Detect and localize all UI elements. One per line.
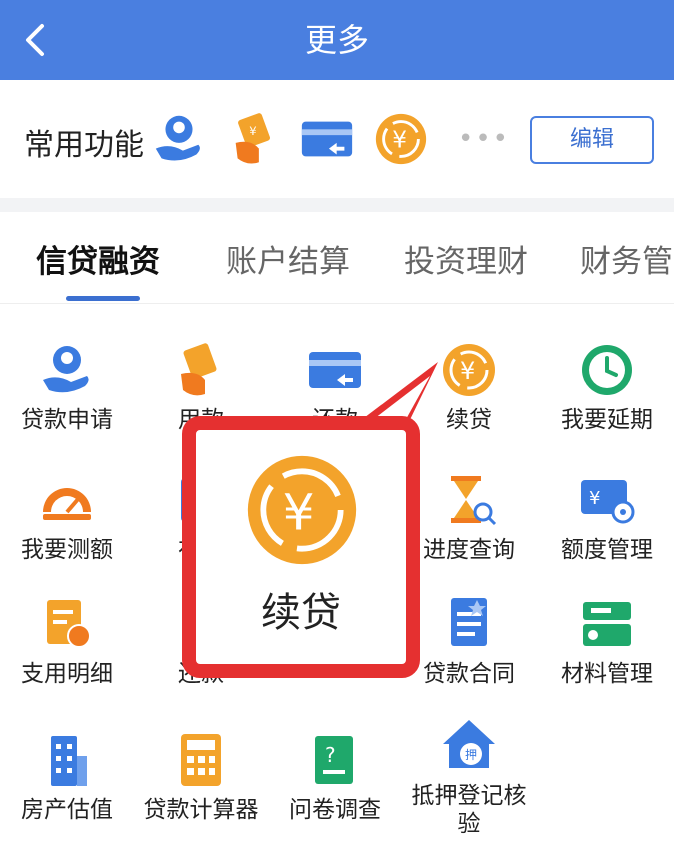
calculator-icon [181,734,221,786]
grid-item-label: 支用明细 [21,661,113,687]
grid-item-progress-query[interactable]: 进度查询 [402,470,536,564]
yuan-coin-icon: ¥ [247,455,357,565]
grid-item-label: 我要延期 [561,407,653,433]
grid-item-label: 进度查询 [423,537,515,563]
section-divider [0,198,674,212]
svg-text:¥: ¥ [283,482,315,541]
repay-icon [181,343,217,396]
grid-item-label: 贷款计算器 [143,797,259,823]
gauge-icon [43,488,91,520]
card-icon [309,352,361,388]
grid-item-renew-loan[interactable]: ¥ 续贷 [402,340,536,434]
common-functions-label: 常用功能 [24,128,144,163]
common-functions-bar: 常用功能 ¥ ¥ ••• 编辑 [0,80,674,198]
grid-item-label: 额度管理 [561,537,653,563]
grid-item-label: 我要测额 [21,537,113,563]
svg-text:¥: ¥ [392,127,407,154]
hourglass-search-icon [451,476,497,526]
repay-icon[interactable]: ¥ [226,110,284,168]
grid-item-mortgage-verify[interactable]: 押 抵押登记核验 [402,716,536,838]
grid-item-loan-calculator[interactable]: 贷款计算器 [134,730,268,824]
grid-item-label: 续贷 [446,407,492,433]
callout-label: 续贷 [261,590,341,636]
building-icon [51,736,87,786]
grid-item-label: 房产估值 [21,797,113,823]
quota-card-icon: ¥ [581,480,635,524]
svg-text:¥: ¥ [589,488,600,509]
grid-item-label: 材料管理 [561,661,653,687]
svg-text:¥: ¥ [460,357,475,385]
grid-item-label: 贷款合同 [423,661,515,687]
grid-item-loan-apply[interactable]: 贷款申请 [0,340,134,434]
top-bar: 更多 [0,0,674,80]
yuan-coin-icon: ¥ [443,344,495,396]
grid-item-extend[interactable]: 我要延期 [540,340,674,434]
folder-icon [583,602,631,646]
grid-item-property-valuation[interactable]: 房产估值 [0,730,134,824]
contract-icon [451,598,487,646]
tab-account-settlement[interactable]: 账户结算 [226,236,350,281]
grid-item-label: 贷款申请 [21,407,113,433]
highlight-callout: ¥ 续贷 [182,416,420,678]
mortgage-house-icon: 押 [443,720,495,768]
active-tab-indicator [66,296,140,301]
grid-item-label: 问卷调查 [289,797,381,823]
svg-text:?: ? [325,743,336,767]
survey-icon: ? [315,736,353,784]
more-dots-icon[interactable]: ••• [458,124,510,154]
grid-item-loan-contract[interactable]: 贷款合同 [402,594,536,688]
svg-text:¥: ¥ [249,124,256,138]
grid-item-estimate-quota[interactable]: 我要测额 [0,470,134,564]
tab-finance-management[interactable]: 财务管理 [580,236,674,281]
grid-item-label: 抵押登记核验 [411,783,527,837]
tab-credit-financing[interactable]: 信贷融资 [36,236,160,281]
loan-apply-icon [43,346,89,393]
edit-button[interactable]: 编辑 [530,116,654,164]
grid-item-survey[interactable]: ? 问卷调查 [268,730,402,824]
yuan-coin-icon[interactable]: ¥ [372,110,430,168]
loan-apply-icon[interactable] [150,110,208,168]
grid-item-quota-management[interactable]: ¥ 额度管理 [540,470,674,564]
detail-doc-icon [47,600,91,648]
grid-item-usage-detail[interactable]: 支用明细 [0,594,134,688]
svg-text:押: 押 [465,748,477,762]
card-icon[interactable] [298,110,356,168]
clock-icon [582,345,632,395]
grid-item-material-management[interactable]: 材料管理 [540,594,674,688]
category-tabs: 信贷融资 账户结算 投资理财 财务管理 [0,212,674,304]
page-title: 更多 [304,21,369,59]
tab-investment[interactable]: 投资理财 [404,236,528,281]
